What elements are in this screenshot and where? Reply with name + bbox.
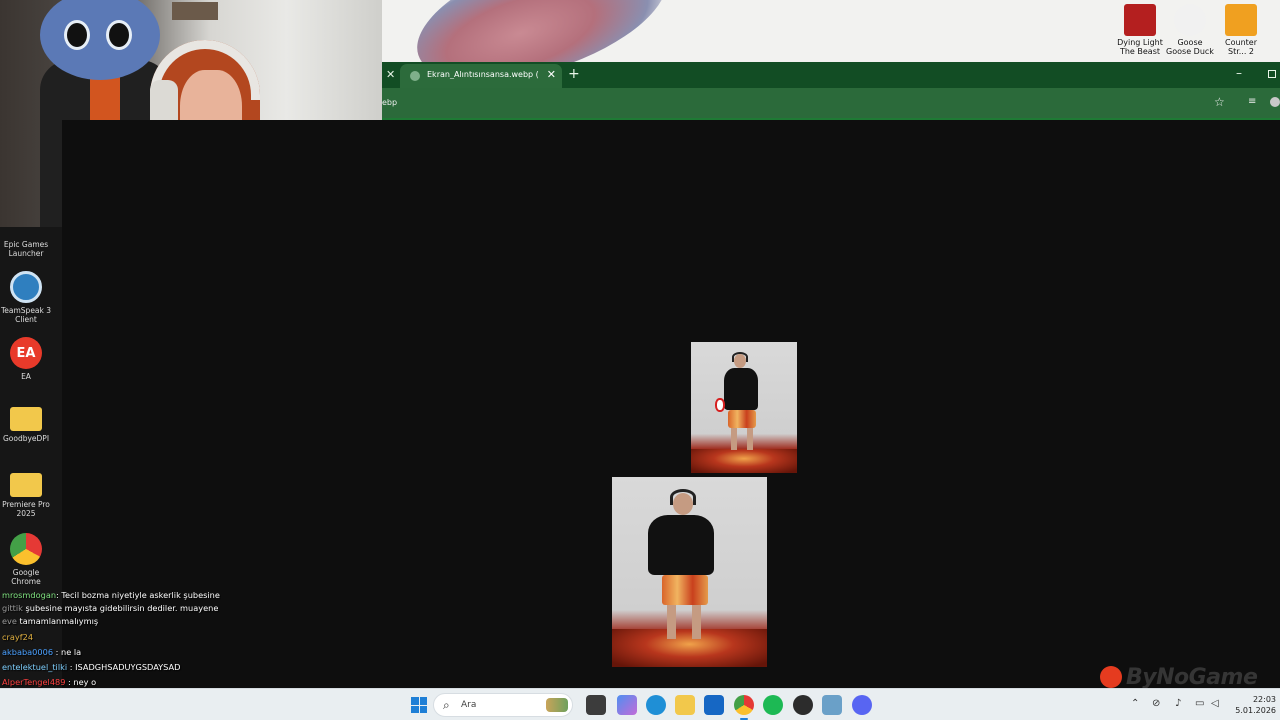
- discord-icon[interactable]: [852, 695, 872, 715]
- dying-light-icon: [1124, 4, 1156, 36]
- microphone-icon[interactable]: ♪: [1175, 698, 1181, 709]
- stream-frame: { "desktop_top_icons": [ {"label": "Dyin…: [0, 0, 1280, 720]
- desktop-icon-teamspeak[interactable]: TeamSpeak 3 Client: [0, 271, 52, 324]
- chat-message: crayf24: [2, 632, 34, 642]
- file-explorer-icon[interactable]: [675, 695, 695, 715]
- network-off-icon[interactable]: ⊘: [1152, 698, 1160, 709]
- image-preview-small[interactable]: [691, 342, 797, 473]
- teamspeak-icon: [10, 271, 42, 303]
- tab-close-icon[interactable]: ✕: [547, 68, 556, 81]
- chat-message: eve tamamlanmalıymış: [2, 616, 99, 626]
- image-viewer: [62, 120, 1280, 688]
- chat-message: akbaba0006 : ne la: [2, 647, 82, 657]
- volume-icon[interactable]: ◁: [1211, 698, 1219, 709]
- chat-message: gittik şubesine mayısta gidebilirsin ded…: [2, 603, 219, 613]
- chrome-icon: [10, 533, 42, 565]
- address-bar[interactable]: ebp: [382, 98, 397, 107]
- minimize-icon[interactable]: –: [1236, 66, 1242, 80]
- desktop-icon-premiere-pro[interactable]: Premiere Pro 2025: [0, 469, 52, 518]
- blur-sticker-icon: [715, 398, 725, 412]
- bynogame-logo-icon: [1100, 666, 1122, 688]
- media-control-icon[interactable]: ≡: [1248, 96, 1256, 107]
- desktop-icon-counter-strike[interactable]: Counter Str... 2: [1216, 4, 1266, 56]
- chevron-up-icon[interactable]: ⌃: [1131, 698, 1139, 709]
- obs-icon[interactable]: [793, 695, 813, 715]
- start-button[interactable]: [411, 697, 427, 713]
- tab-strip: ✕ Ekran_Alıntısınsansa.webp (233× ✕ + –: [382, 62, 1280, 88]
- ea-icon: EA: [10, 337, 42, 369]
- search-icon: ⌕: [443, 698, 450, 712]
- edge-icon[interactable]: [646, 695, 666, 715]
- display-icon[interactable]: ▭: [1195, 698, 1204, 709]
- task-view-icon[interactable]: [586, 695, 606, 715]
- desktop-icon-dying-light[interactable]: Dying Light The Beast: [1115, 4, 1165, 56]
- folder-icon: [10, 407, 42, 431]
- chat-message: AlperTengel489 : ney o: [2, 677, 97, 687]
- taskbar: ⌕ Ara ⌃ ⊘ ♪ ▭ ◁ 22:03 5.01.2026: [0, 688, 1280, 720]
- desktop-icon-epic-games[interactable]: Epic Games Launcher: [0, 227, 52, 258]
- folder-icon: [10, 473, 42, 497]
- browser-toolbar: ebp ☆ ≡: [382, 88, 1280, 118]
- wallpaper-artwork: [401, 0, 683, 62]
- desktop-icon-goodbyedpi[interactable]: GoodbyeDPI: [0, 403, 52, 443]
- chrome-icon[interactable]: [734, 695, 754, 720]
- tab-active[interactable]: Ekran_Alıntısınsansa.webp (233× ✕: [400, 64, 562, 88]
- globe-icon: [410, 71, 420, 81]
- system-clock[interactable]: 22:03 5.01.2026: [1226, 694, 1276, 716]
- app-icon[interactable]: [822, 695, 842, 715]
- desktop-icon-google-chrome[interactable]: Google Chrome: [0, 533, 52, 586]
- copilot-icon[interactable]: [617, 695, 637, 715]
- close-icon[interactable]: ✕: [386, 68, 395, 81]
- new-tab-icon[interactable]: +: [568, 66, 580, 82]
- chat-message: entelektuel_tilki : ISADGHSADUYGSDAYSAD: [2, 662, 181, 672]
- browser-window: ✕ Ekran_Alıntısınsansa.webp (233× ✕ + – …: [382, 62, 1280, 120]
- microsoft-store-icon[interactable]: [704, 695, 724, 715]
- desktop-icon-goose-goose-duck[interactable]: Goose Goose Duck: [1165, 4, 1215, 56]
- epic-games-icon: [10, 227, 42, 237]
- spotify-icon[interactable]: [763, 695, 783, 715]
- taskbar-search[interactable]: ⌕ Ara: [433, 693, 573, 717]
- counter-strike-icon: [1225, 4, 1257, 36]
- bookmark-star-icon[interactable]: ☆: [1214, 95, 1225, 109]
- chat-message: mrosmdogan: Tecil bozma niyetiyle askerl…: [2, 590, 220, 600]
- image-preview-large[interactable]: [612, 477, 767, 667]
- maximize-icon[interactable]: [1268, 70, 1276, 78]
- goose-goose-duck-icon: [1174, 4, 1206, 36]
- profile-avatar-icon[interactable]: [1270, 97, 1280, 107]
- search-highlight-icon: [546, 698, 568, 712]
- desktop-icon-ea[interactable]: EA EA: [0, 337, 52, 381]
- tab-title: Ekran_Alıntısınsansa.webp (233×: [427, 70, 539, 79]
